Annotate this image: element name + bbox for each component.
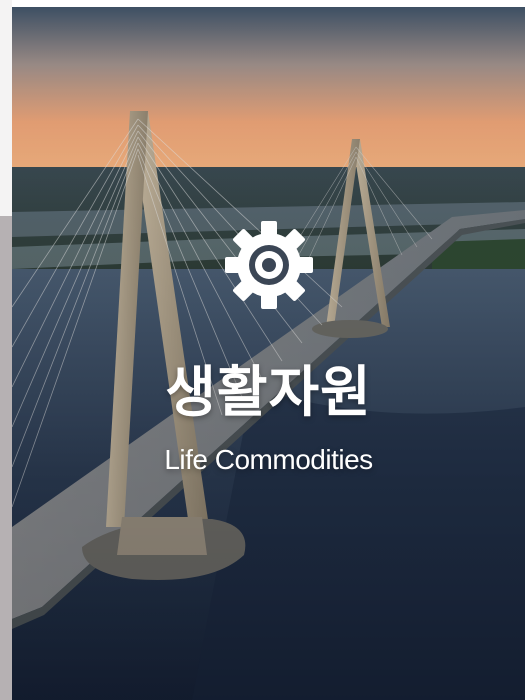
category-card[interactable]: 생활자원 Life Commodities	[12, 7, 525, 700]
card-content: 생활자원 Life Commodities	[12, 217, 525, 477]
page: 생활자원 Life Commodities	[0, 0, 525, 700]
left-edge-dark	[0, 216, 12, 700]
left-edge-light	[0, 0, 12, 216]
card-title-english: Life Commodities	[164, 444, 373, 475]
gear-icon	[221, 217, 317, 313]
card-title-korean: 생활자원	[165, 360, 372, 424]
